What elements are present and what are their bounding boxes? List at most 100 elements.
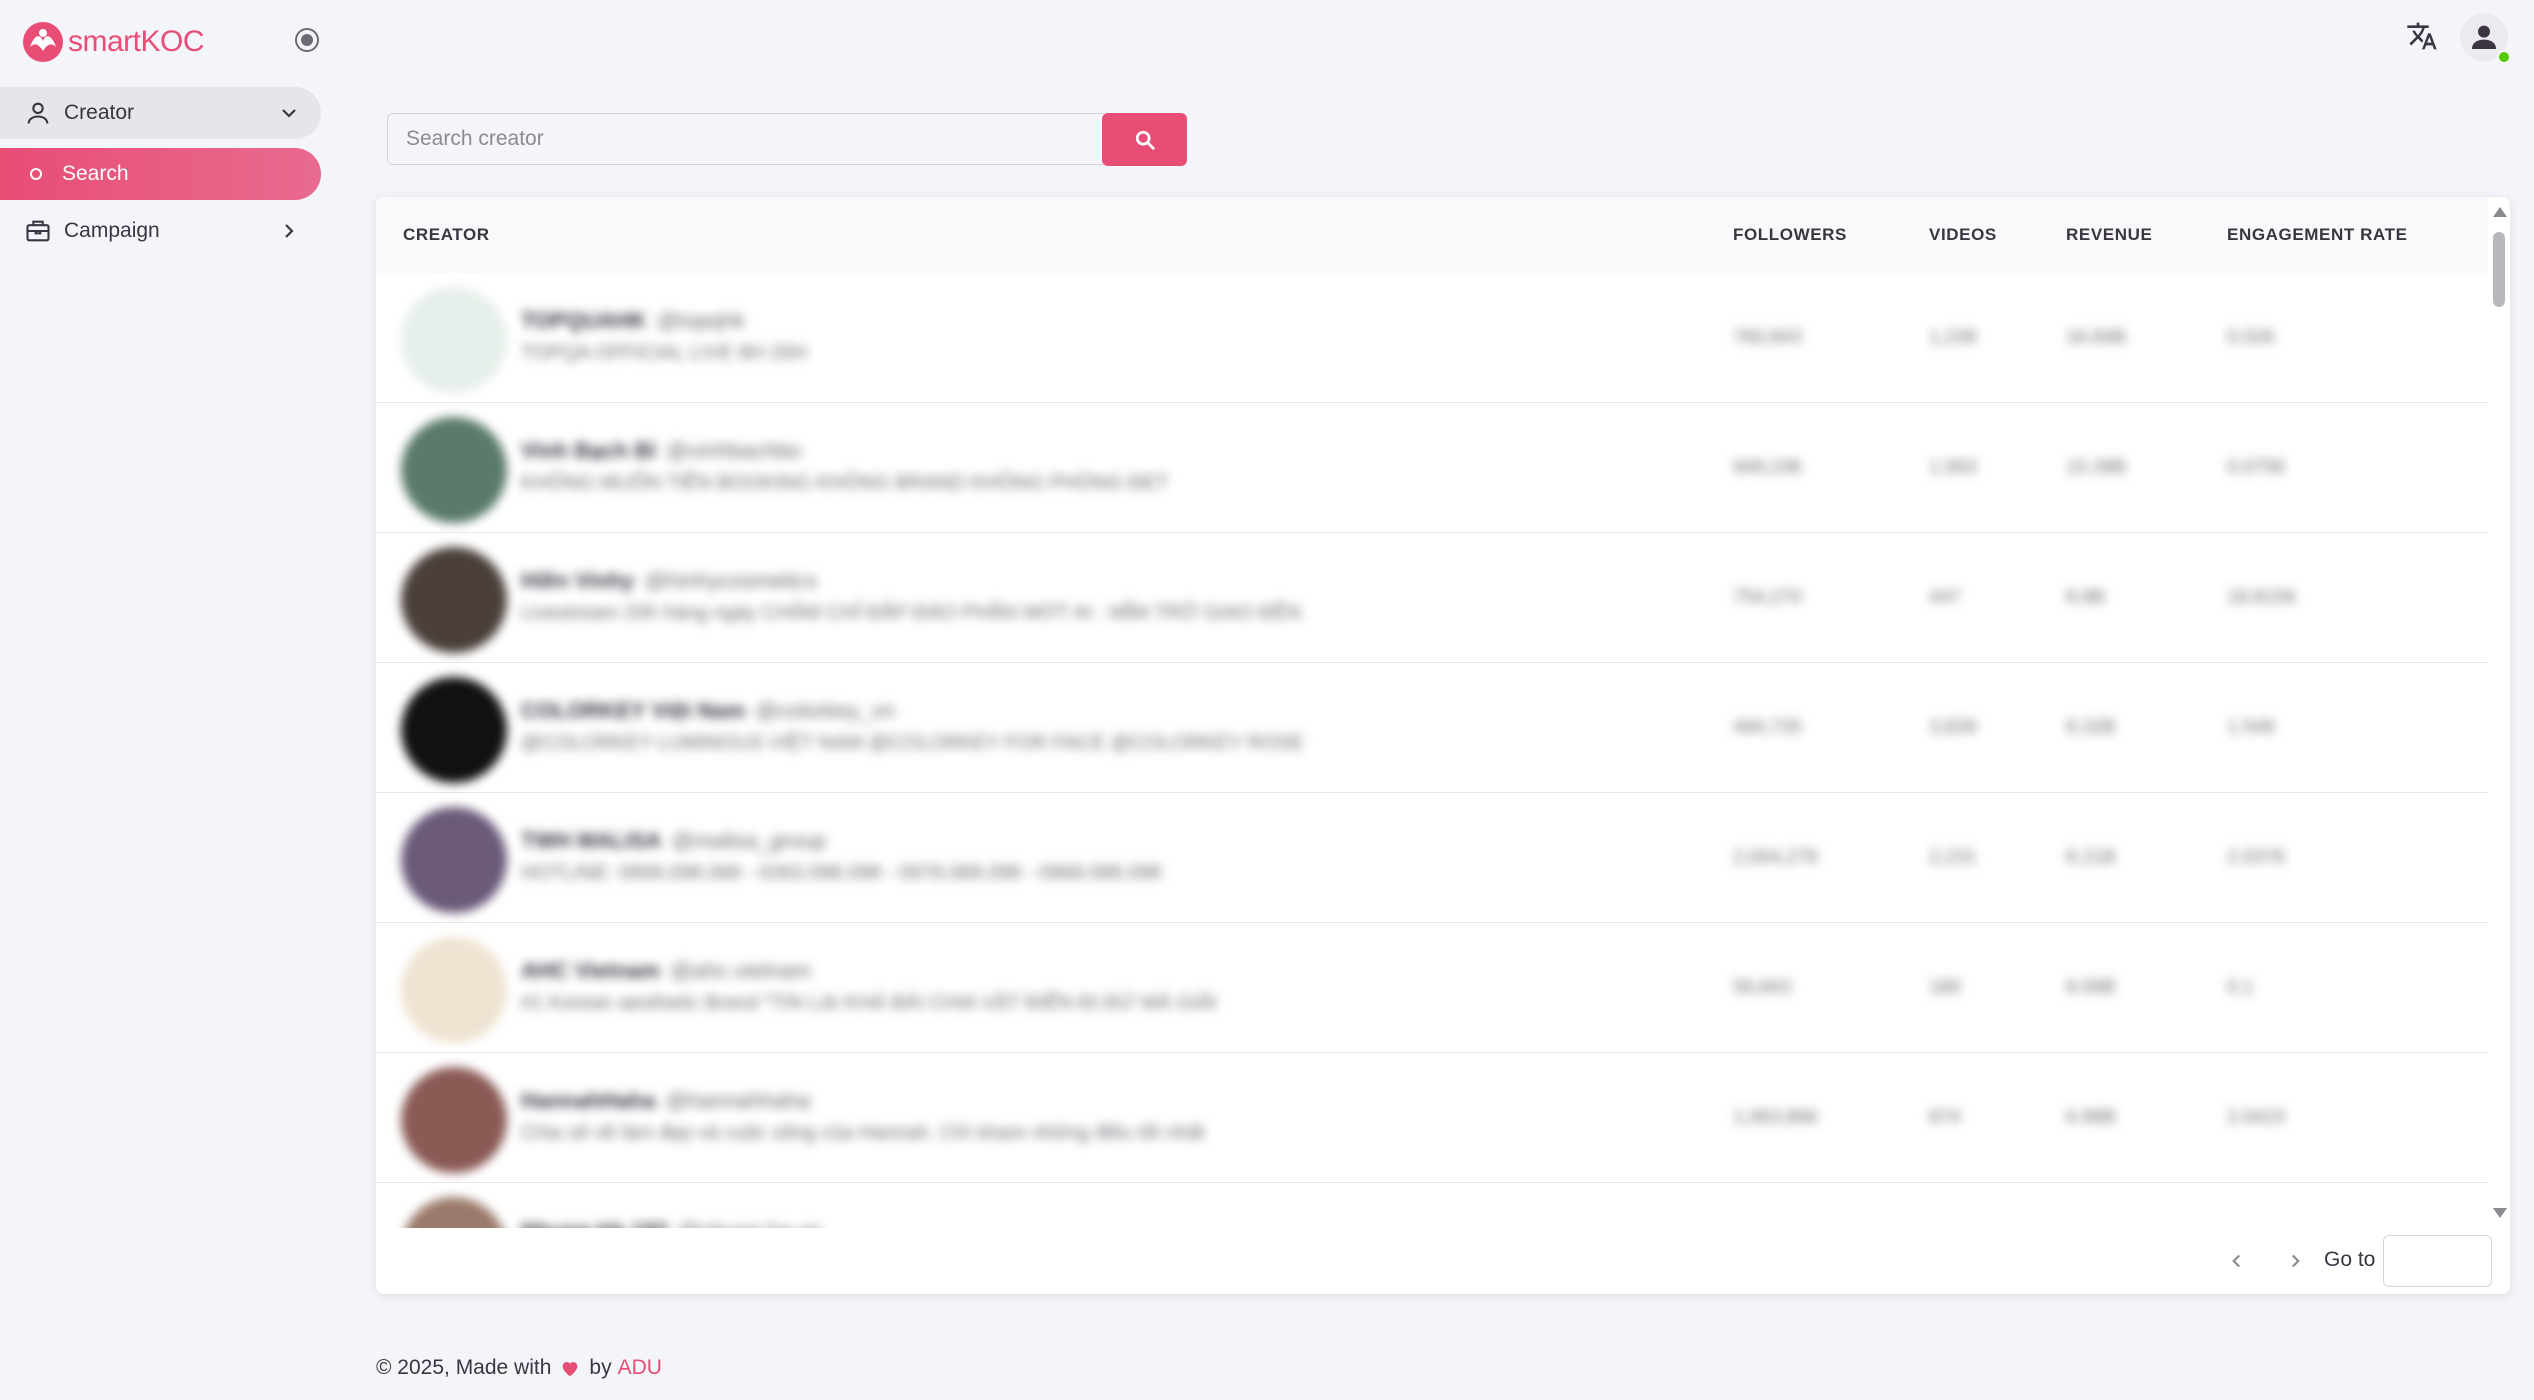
footer-text: © 2025, Made with [376, 1356, 552, 1379]
engagement-rate-cell: 0.0756 [2227, 457, 2286, 478]
column-header-videos[interactable]: VIDEOS [1929, 225, 1997, 245]
engagement-rate-cell: 2.0423 [2227, 1107, 2286, 1128]
sidebar-item-creator[interactable]: Creator [0, 87, 321, 139]
creator-avatar [401, 677, 507, 783]
followers-cell: 56,843 [1733, 977, 1792, 998]
creator-avatar [401, 547, 507, 653]
engagement-rate-cell: 0.026 [2227, 327, 2275, 348]
videos-cell: 3,839 [1929, 717, 1977, 738]
scroll-down-arrow-icon[interactable] [2493, 1208, 2507, 1218]
column-header-followers[interactable]: FOLLOWERS [1733, 225, 1847, 245]
creator-avatar [401, 807, 507, 913]
creator-handle: @colorkey_vn [755, 698, 895, 723]
creator-handle: @hannahhaha [665, 1088, 811, 1113]
revenue-cell: 8.8B [2066, 587, 2106, 608]
creator-handle: @malisa_group [671, 828, 826, 853]
row-content: COLORKEY Việt Nam @colorkey_vn @COLORKEY … [376, 663, 2488, 792]
revenue-cell: 16.84B [2066, 327, 2127, 348]
footer: © 2025, Made with by ADU [376, 1356, 662, 1380]
goto-page-input[interactable] [2383, 1235, 2492, 1287]
row-content: Vinh Bạch Bỉ @vinhbachbo KHÔNG MUỐN TIỀN … [376, 403, 2488, 532]
table-scrollbar[interactable] [2488, 197, 2510, 1228]
brand-name: smartKOC [68, 25, 205, 58]
sidebar-collapse-toggle[interactable] [295, 28, 319, 52]
row-content: TWH MALISA @malisa_group HOTLINE: 0908.09… [376, 793, 2488, 922]
creator-name: COLORKEY Việt Nam @colorkey_vn [521, 698, 895, 724]
column-header-engagement-rate[interactable]: ENGAGEMENT RATE [2227, 225, 2408, 245]
scroll-up-arrow-icon[interactable] [2493, 207, 2507, 217]
heart-icon [563, 1362, 578, 1377]
user-avatar[interactable] [2460, 13, 2511, 64]
table-row[interactable]: COLORKEY Việt Nam @colorkey_vn @COLORKEY … [376, 663, 2488, 793]
column-header-creator[interactable]: CREATOR [403, 225, 490, 245]
creator-description: HOTLINE: 0908.098.068 - 0393.098.098 - 0… [521, 862, 1162, 884]
creator-avatar [401, 1067, 507, 1173]
translate-icon[interactable] [2406, 20, 2438, 52]
followers-cell: 949,236 [1733, 457, 1802, 478]
engagement-rate-cell: 1.549 [2227, 717, 2275, 738]
videos-cell: 1,563 [1929, 457, 1977, 478]
footer-by: by [589, 1356, 612, 1379]
row-content: Hiền Vinhy @hinhycosmetics Livestream 20h… [376, 533, 2488, 662]
creator-avatar [401, 417, 507, 523]
creator-description: Chia sẻ về làm đẹp và cuộc sống của Hann… [521, 1122, 1205, 1144]
creator-name: Hiền Vinhy @hinhycosmetics [521, 568, 817, 594]
creator-name-text: Vinh Bạch Bỉ [521, 438, 657, 463]
chevron-down-icon [282, 109, 296, 118]
chevron-right-icon[interactable] [2284, 1250, 2306, 1272]
circle-bullet-icon [30, 168, 42, 180]
footer-link-adu[interactable]: ADU [618, 1356, 662, 1380]
sidebar-item-label: Search [62, 162, 129, 185]
row-content: Nhung Hà 193 @nhung.ha.vn [376, 1183, 2488, 1228]
table-row[interactable]: TWH MALISA @malisa_group HOTLINE: 0908.09… [376, 793, 2488, 923]
search-icon [1135, 130, 1155, 150]
revenue-cell: 8.32B [2066, 717, 2116, 738]
table-row[interactable]: TOPQUAHK @topqhk TOPQA OFFICIAL LIVE 8H 2… [376, 273, 2488, 403]
sidebar-item-campaign[interactable]: Campaign [0, 205, 321, 257]
creator-description: @COLORKEY LUMINOUS VIỆT NAM @COLORKEY FO… [521, 732, 1304, 754]
creator-name: Nhung Hà 193 @nhung.ha.vn [521, 1218, 821, 1228]
table-body: TOPQUAHK @topqhk TOPQA OFFICIAL LIVE 8H 2… [376, 273, 2488, 1228]
creator-avatar [401, 937, 507, 1043]
videos-cell: 180 [1929, 977, 1961, 998]
engagement-rate-cell: 0.1 [2227, 977, 2254, 998]
table-row[interactable]: Nhung Hà 193 @nhung.ha.vn [376, 1183, 2488, 1228]
creator-name: HannahHaha @hannahhaha [521, 1088, 810, 1114]
engagement-rate-cell: 2.0376 [2227, 847, 2286, 868]
videos-cell: 2,231 [1929, 847, 1977, 868]
creator-handle: @ahc.vietnam [669, 958, 811, 983]
column-header-revenue[interactable]: REVENUE [2066, 225, 2152, 245]
table-row[interactable]: AHC Vietnam @ahc.vietnam #1 Korean aesthe… [376, 923, 2488, 1053]
sidebar-item-search[interactable]: Search [0, 148, 321, 200]
creator-name-text: Hiền Vinhy [521, 568, 635, 593]
search-input[interactable] [387, 113, 1104, 165]
table-row[interactable]: Vinh Bạch Bỉ @vinhbachbo KHÔNG MUỐN TIỀN … [376, 403, 2488, 533]
followers-cell: 754,270 [1733, 587, 1802, 608]
revenue-cell: 15.39B [2066, 457, 2127, 478]
chevron-right-icon [285, 224, 294, 238]
table-row[interactable]: HannahHaha @hannahhaha Chia sẻ về làm đẹp… [376, 1053, 2488, 1183]
chevron-left-icon[interactable] [2226, 1250, 2248, 1272]
followers-cell: 760,843 [1733, 327, 1802, 348]
row-content: HannahHaha @hannahhaha Chia sẻ về làm đẹp… [376, 1053, 2488, 1182]
creator-description: Livestream 20h hàng ngày CHĂM CHỈ ĐẮP ĐÁ… [521, 602, 1302, 624]
sidebar-item-label: Campaign [64, 219, 160, 242]
followers-cell: 1,063,866 [1733, 1107, 1818, 1128]
creator-table-card: CREATOR FOLLOWERS VIDEOS REVENUE ENGAGEM… [376, 197, 2510, 1294]
creator-avatar [401, 1197, 507, 1228]
creator-name-text: AHC Vietnam [521, 958, 660, 983]
user-icon [27, 102, 49, 124]
online-status-badge [2497, 50, 2511, 64]
followers-cell: 2,004,278 [1733, 847, 1818, 868]
search-bar [387, 113, 1187, 166]
pagination: Go to [376, 1228, 2510, 1294]
creator-name: TWH MALISA @malisa_group [521, 828, 826, 854]
revenue-cell: 8.09B [2066, 977, 2116, 998]
table-row[interactable]: Hiền Vinhy @hinhycosmetics Livestream 20h… [376, 533, 2488, 663]
brand-logo[interactable]: smartKOC [22, 18, 205, 66]
creator-handle: @nhung.ha.vn [678, 1218, 821, 1228]
creator-name: AHC Vietnam @ahc.vietnam [521, 958, 811, 984]
scroll-thumb[interactable] [2493, 232, 2505, 307]
followers-cell: 494,735 [1733, 717, 1802, 738]
search-button[interactable] [1102, 113, 1187, 166]
